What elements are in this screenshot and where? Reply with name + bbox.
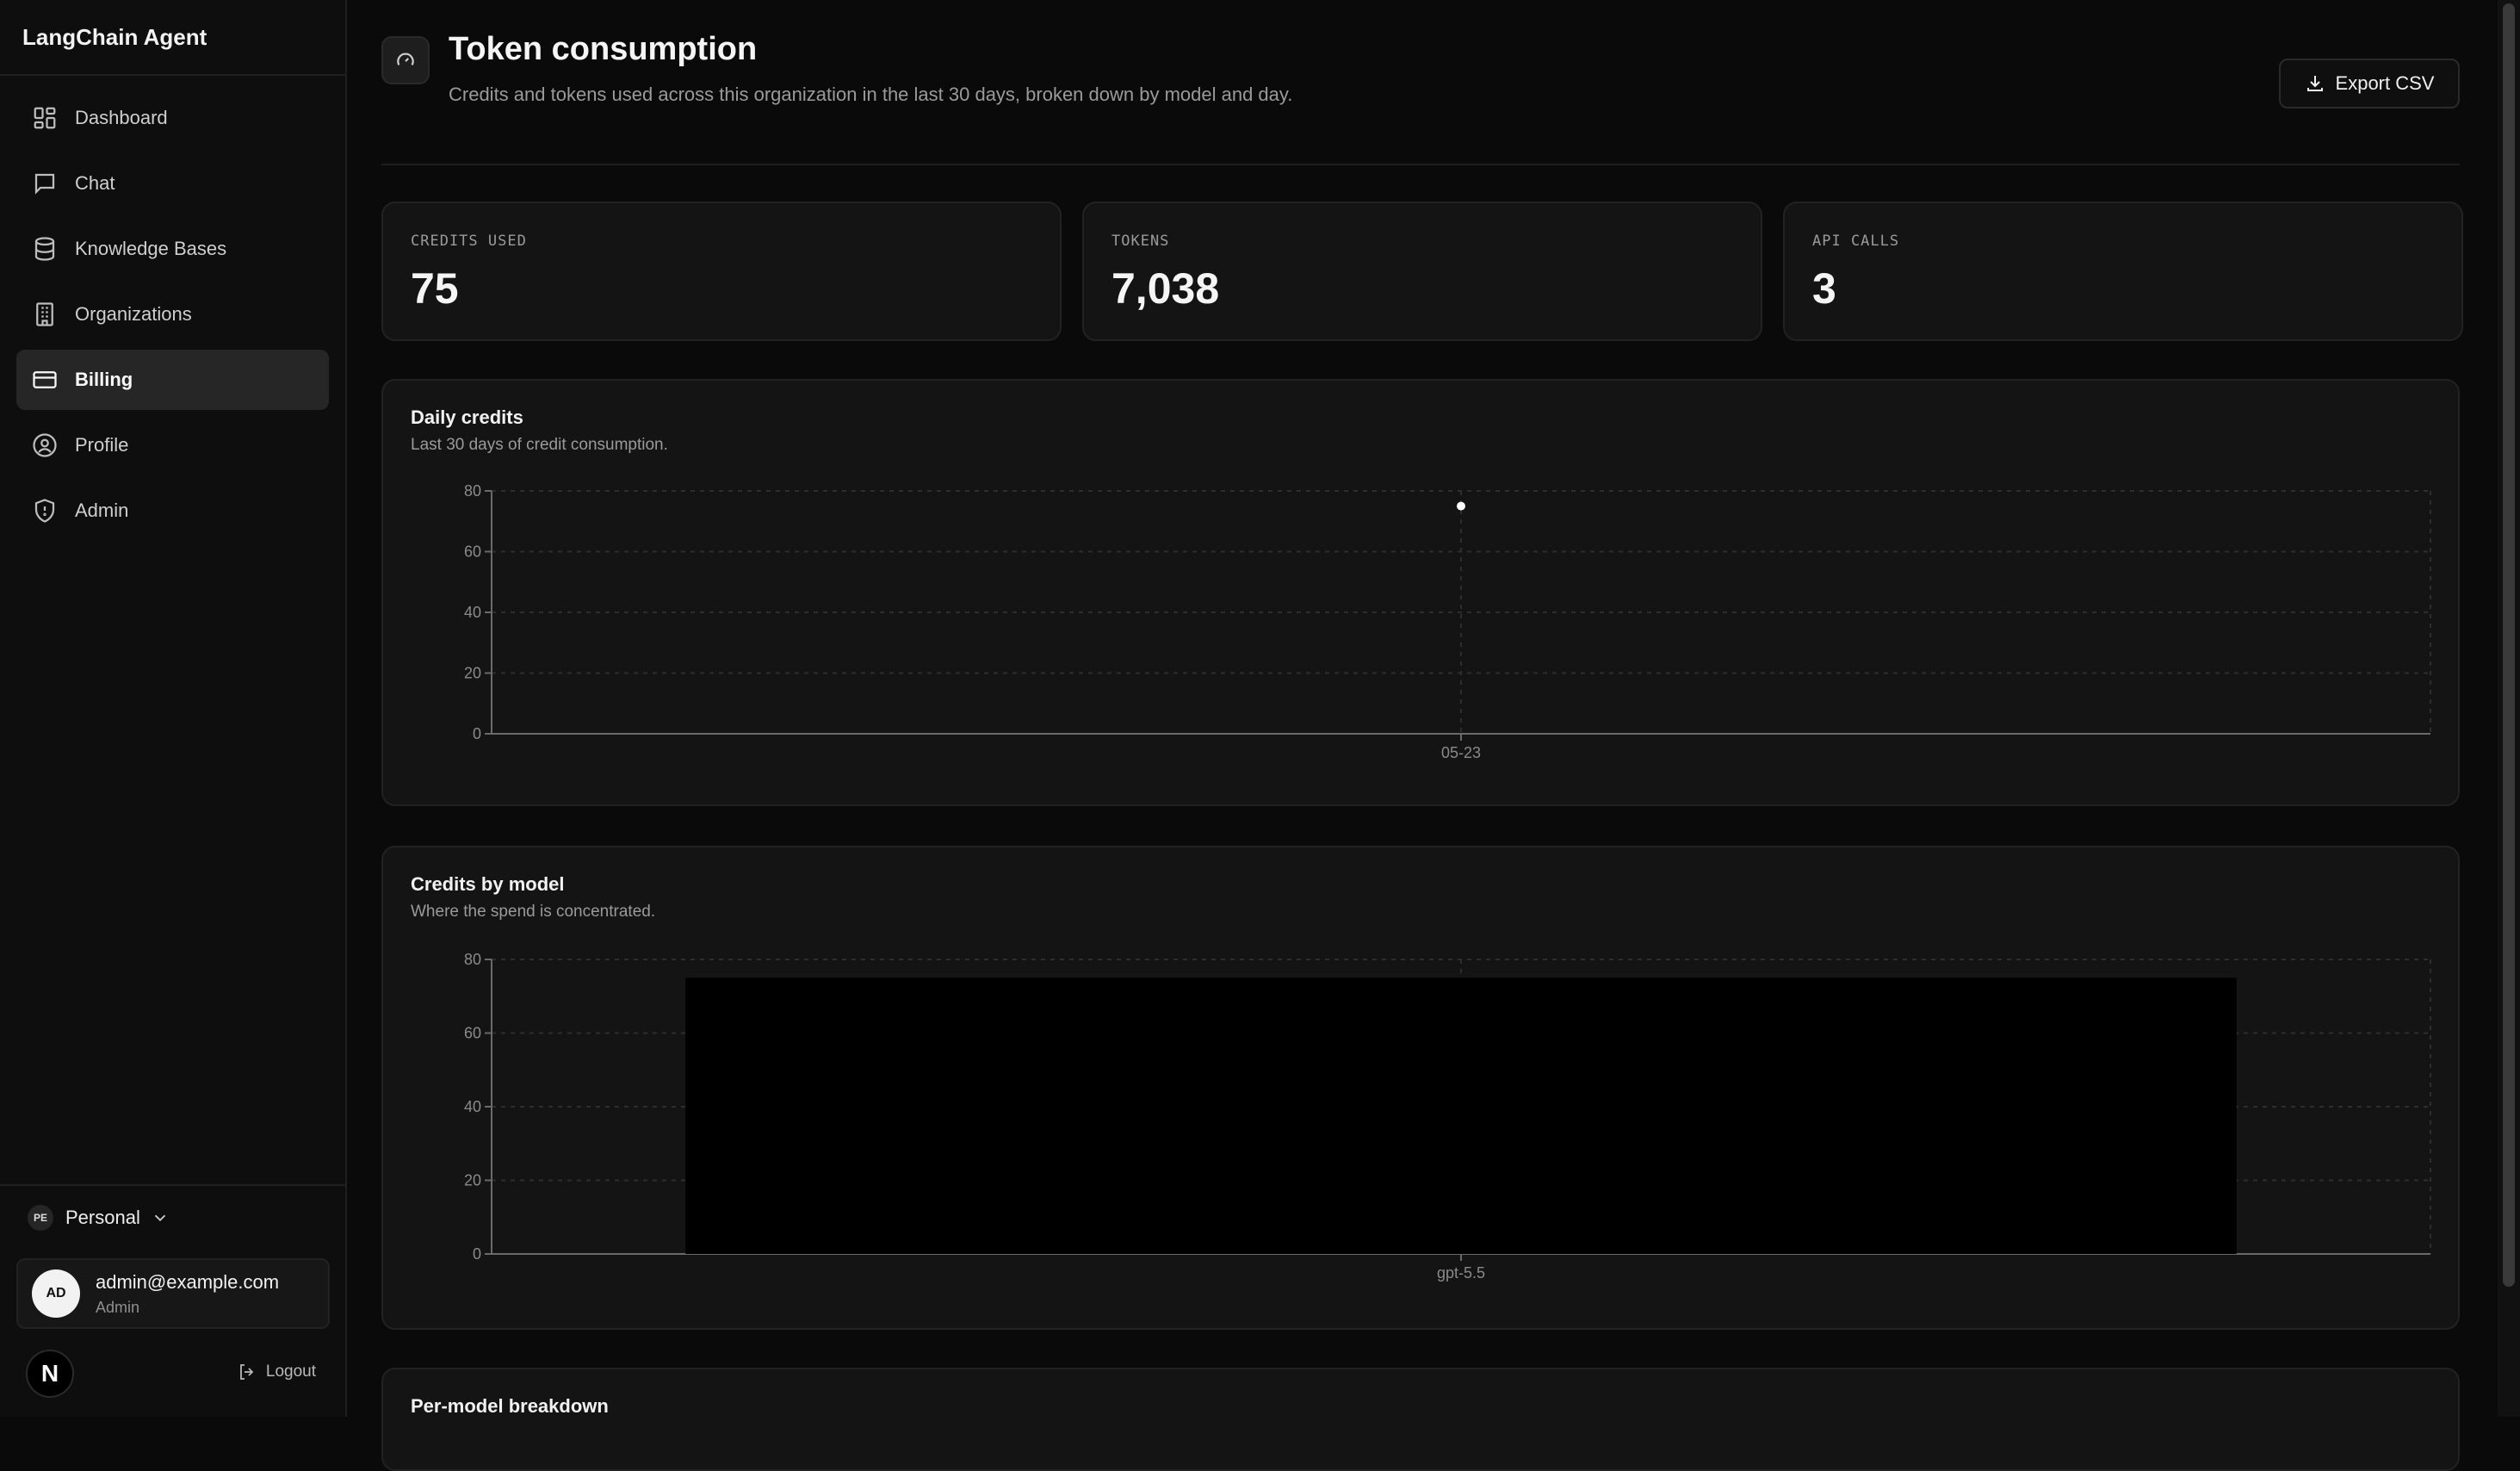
y-tick-label: 60 [464, 1025, 481, 1042]
y-tick-label: 60 [464, 543, 481, 561]
scrollbar-thumb[interactable] [2503, 3, 2515, 1287]
chat-icon [34, 173, 55, 195]
stats-row: CREDITS USED 75 TOKENS 7,038 API CALLS 3 [381, 202, 2463, 341]
sidebar-item-label: Knowledge Bases [75, 238, 227, 259]
sidebar-item-admin[interactable]: Admin [16, 481, 329, 541]
logout-button[interactable]: Logout [237, 1362, 316, 1382]
download-icon [2306, 76, 2323, 91]
credits-by-model-card: Credits by model Where the spend is conc… [381, 846, 2460, 1330]
sidebar-item-label: Chat [75, 172, 115, 194]
stat-value: 75 [411, 264, 459, 313]
org-badge: PE [28, 1205, 53, 1231]
sidebar-item-billing[interactable]: Billing [16, 350, 329, 410]
logout-icon [239, 1364, 254, 1380]
org-name: Personal [65, 1207, 140, 1228]
stat-label: TOKENS [1111, 233, 1170, 250]
sidebar-item-label: Organizations [75, 303, 192, 325]
sidebar-footer: PE Personal AD admin@example.com Admin N… [0, 1184, 345, 1417]
gauge-icon [397, 53, 414, 65]
user-circle-icon [33, 433, 57, 457]
data-point [1457, 501, 1465, 511]
y-tick-label: 40 [464, 604, 481, 621]
stat-value: 3 [1812, 264, 1836, 313]
app-title: LangChain Agent [0, 0, 345, 76]
framework-logo[interactable]: N [26, 1350, 74, 1398]
x-tick-label: 05-23 [1441, 744, 1481, 761]
stat-card-credits: CREDITS USED 75 [381, 202, 1062, 341]
sidebar-item-dashboard[interactable]: Dashboard [16, 88, 329, 148]
stat-label: API CALLS [1812, 233, 1900, 250]
card-title: Per-model breakdown [411, 1395, 609, 1417]
avatar: AD [32, 1269, 80, 1318]
y-tick-label: 0 [473, 725, 481, 742]
page-subtitle: Credits and tokens used across this orga… [449, 84, 1293, 105]
sidebar-item-profile[interactable]: Profile [16, 415, 329, 475]
stat-card-api-calls: API CALLS 3 [1783, 202, 2463, 341]
credits-by-model-chart: 0 20 40 60 80 gpt-5.5 [464, 951, 2431, 1282]
sidebar-item-label: Admin [75, 500, 129, 521]
scrollbar[interactable] [2498, 0, 2520, 1417]
y-tick-label: 40 [464, 1098, 481, 1115]
x-tick-label: gpt-5.5 [1437, 1264, 1485, 1282]
sidebar-item-knowledge-bases[interactable]: Knowledge Bases [16, 219, 329, 279]
sidebar-item-label: Profile [75, 434, 129, 456]
shield-icon [34, 499, 55, 523]
page-icon [381, 36, 430, 84]
y-tick-label: 20 [464, 1172, 481, 1189]
sidebar-item-label: Billing [75, 369, 133, 390]
logout-label: Logout [265, 1362, 316, 1381]
chevron-down-icon [154, 1214, 165, 1222]
user-role: Admin [96, 1298, 140, 1316]
stat-value: 7,038 [1111, 264, 1220, 313]
page-title: Token consumption [449, 31, 758, 67]
credit-card-icon [33, 371, 57, 388]
y-tick-label: 80 [464, 482, 481, 500]
building-icon [36, 302, 53, 326]
bar [685, 978, 2237, 1254]
daily-credits-chart: 0 20 40 60 80 05-23 [464, 482, 2431, 761]
sidebar-nav: Dashboard Chat Knowledge Bases Organizat… [0, 76, 345, 541]
org-switcher[interactable]: PE Personal [28, 1205, 170, 1231]
stat-label: CREDITS USED [411, 233, 527, 250]
export-label: Export CSV [2335, 72, 2435, 94]
sidebar-item-label: Dashboard [75, 107, 168, 128]
main-content: Token consumption Credits and tokens use… [381, 0, 2463, 1471]
y-tick-label: 20 [464, 665, 481, 682]
per-model-breakdown-card: Per-model breakdown [381, 1368, 2460, 1471]
user-email: admin@example.com [96, 1270, 280, 1293]
sidebar: LangChain Agent Dashboard Chat Knowledge… [0, 0, 347, 1417]
sidebar-item-chat[interactable]: Chat [16, 153, 329, 214]
database-icon [34, 237, 55, 261]
y-tick-label: 0 [473, 1245, 481, 1263]
sidebar-item-organizations[interactable]: Organizations [16, 284, 329, 344]
page-header: Token consumption Credits and tokens use… [381, 0, 2460, 165]
stat-card-tokens: TOKENS 7,038 [1082, 202, 1762, 341]
export-csv-button[interactable]: Export CSV [2279, 59, 2460, 109]
dashboard-icon [34, 107, 56, 129]
user-card[interactable]: AD admin@example.com Admin [16, 1258, 330, 1329]
y-tick-label: 80 [464, 951, 481, 968]
daily-credits-card: Daily credits Last 30 days of credit con… [381, 379, 2460, 806]
